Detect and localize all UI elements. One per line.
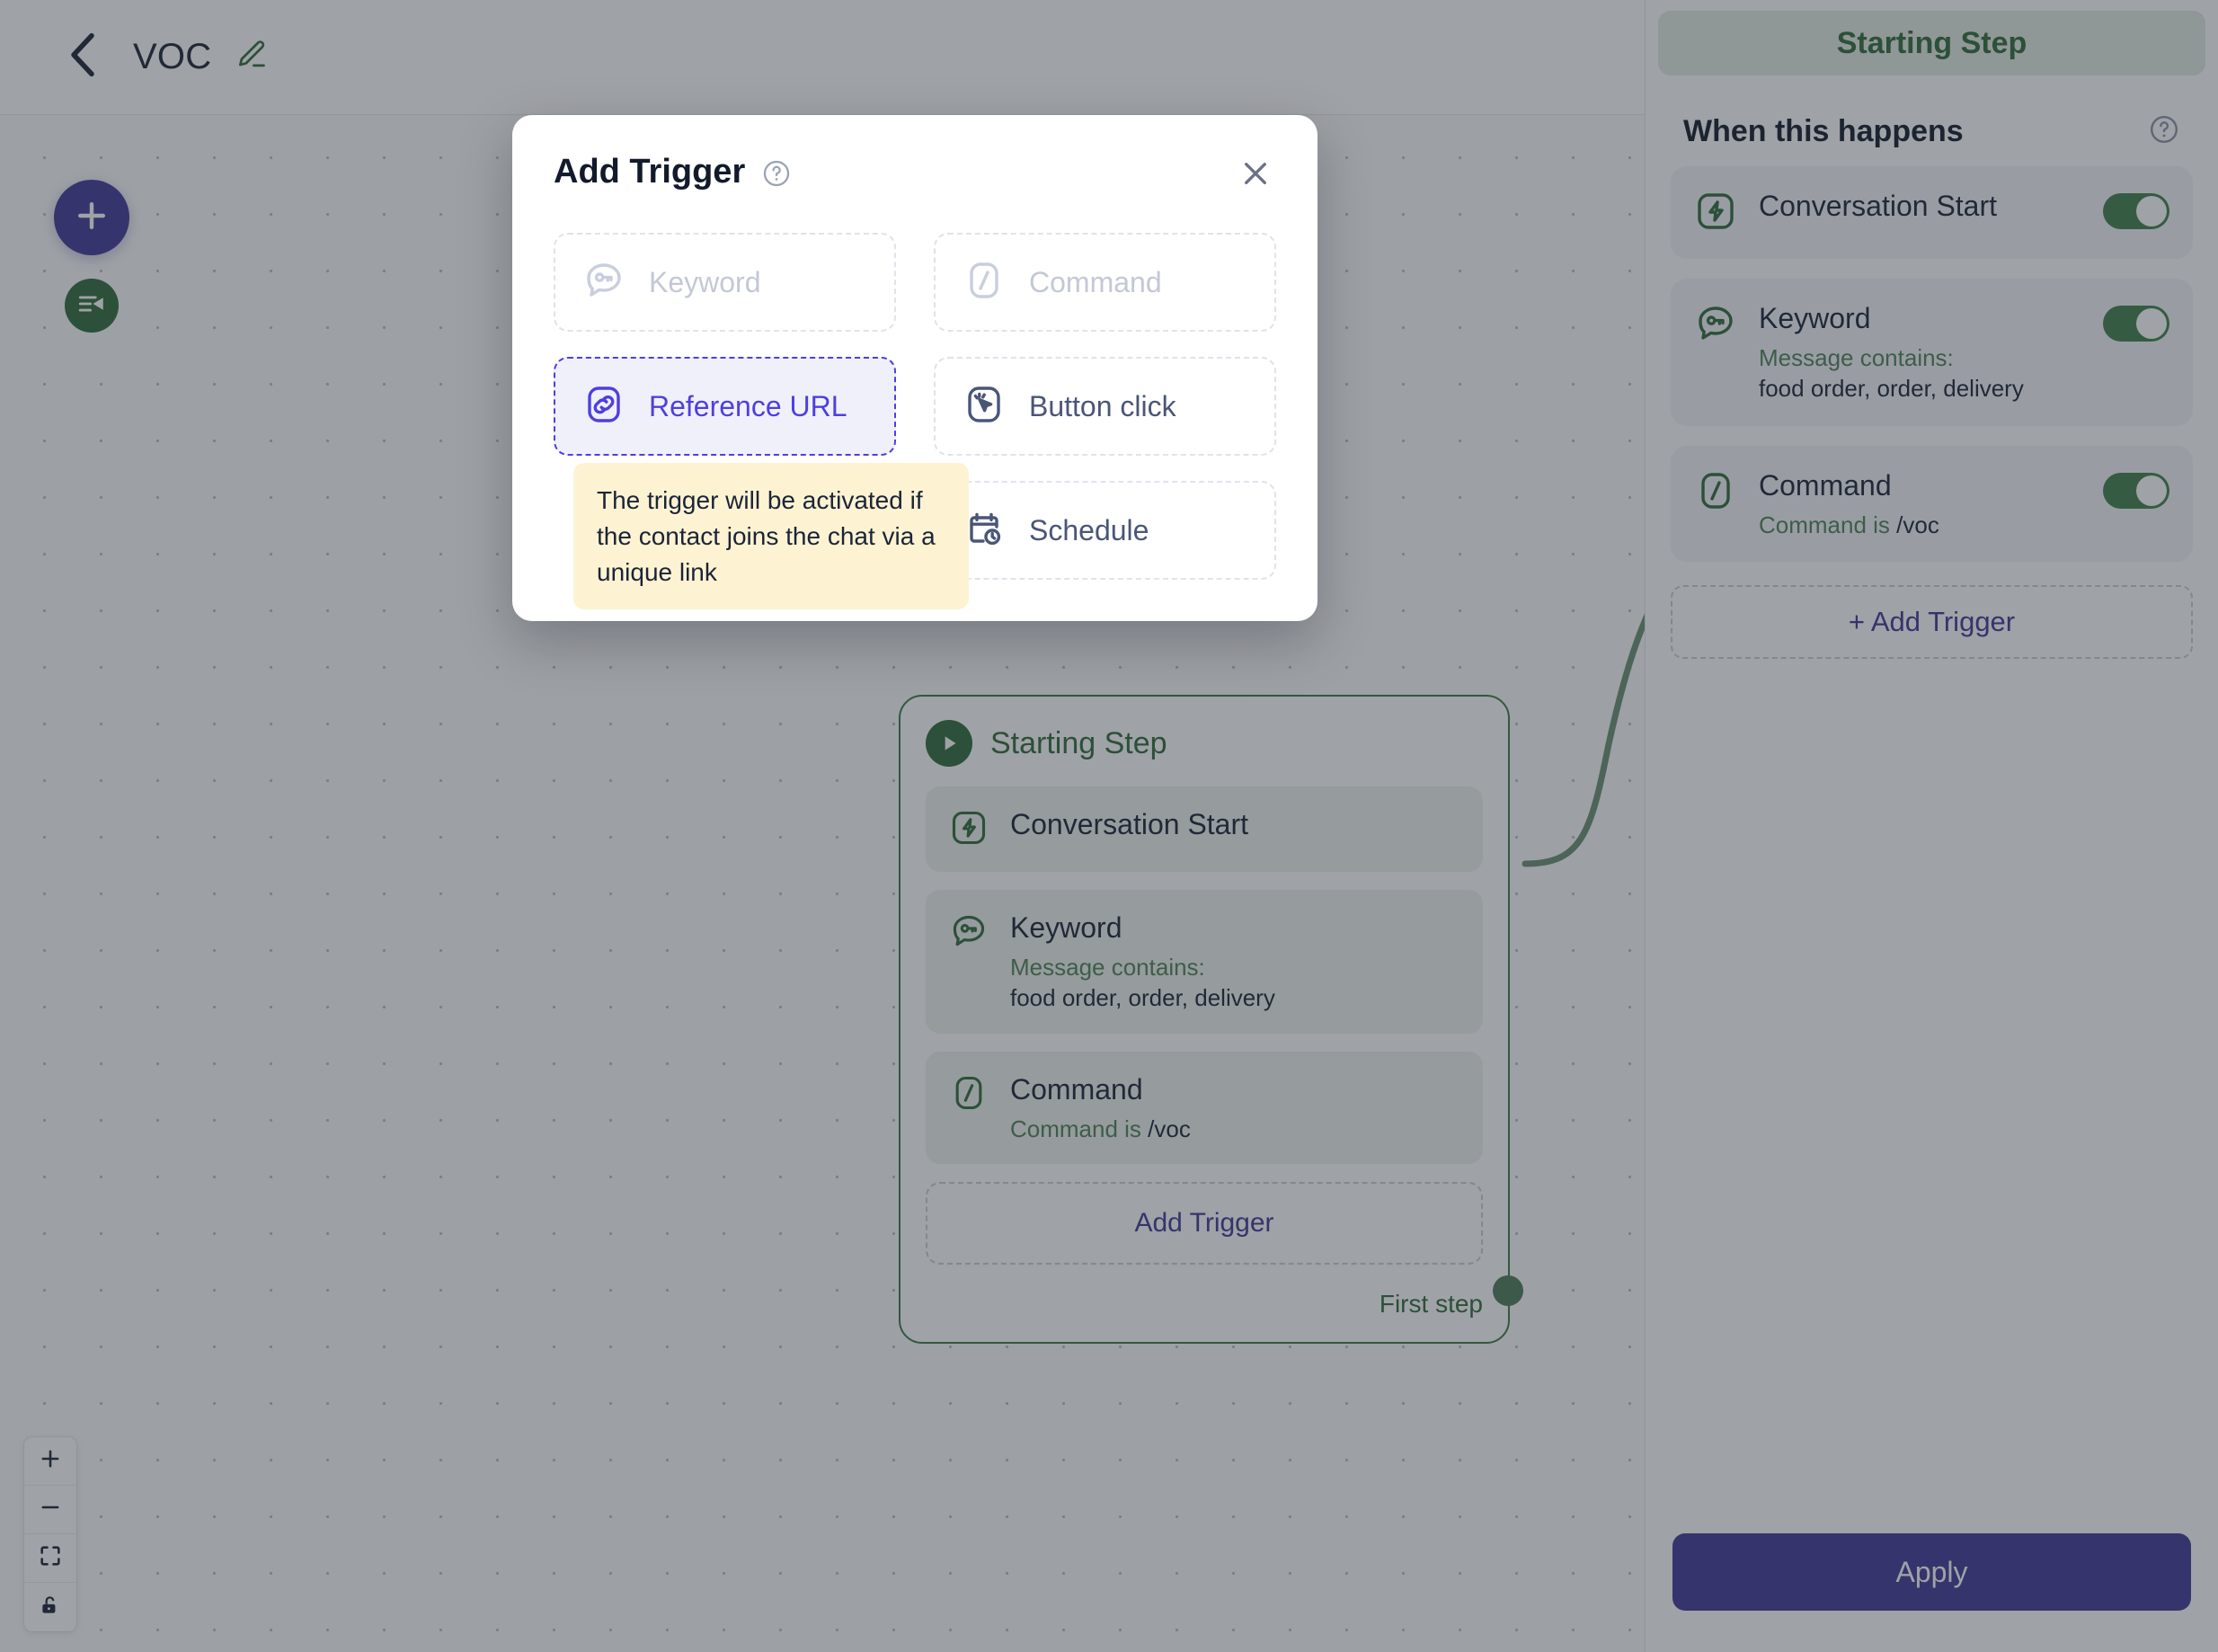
option-label: Schedule (1029, 513, 1149, 546)
option-button-click[interactable]: Button click (934, 357, 1276, 456)
option-label: Reference URL (649, 389, 847, 422)
option-cell-reference-url: Reference URL The trigger will be activa… (554, 357, 969, 610)
option-cell-keyword: Keyword (554, 233, 896, 332)
modal-header: Add Trigger (554, 153, 1276, 199)
question-circle-icon[interactable] (761, 158, 792, 193)
option-label: Command (1029, 265, 1162, 298)
reference-url-tooltip: The trigger will be activated if the con… (573, 463, 969, 610)
option-cell-command: Command (934, 233, 1276, 332)
close-icon[interactable] (1235, 153, 1276, 199)
trigger-options-grid: Keyword Command Reference URL The trigge… (554, 233, 1276, 610)
calendar-clock-icon (963, 507, 1006, 555)
add-trigger-modal: Add Trigger Keyword Command Reference UR… (512, 115, 1317, 621)
modal-title: Add Trigger (554, 153, 746, 191)
option-keyword[interactable]: Keyword (554, 233, 896, 332)
option-label: Button click (1029, 389, 1176, 422)
cursor-click-icon (963, 383, 1006, 431)
option-schedule[interactable]: Schedule (934, 481, 1276, 580)
option-cell-schedule: Schedule (934, 481, 1276, 580)
option-cell-button-click: Button click (934, 357, 1276, 456)
option-command[interactable]: Command (934, 233, 1276, 332)
option-label: Keyword (649, 265, 761, 298)
option-reference-url[interactable]: Reference URL (554, 357, 896, 456)
keyword-bubble-icon (582, 259, 625, 306)
app-root: VOC Discard changes Publish (0, 0, 2218, 1652)
slash-command-icon (963, 259, 1006, 306)
link-icon (582, 383, 625, 431)
